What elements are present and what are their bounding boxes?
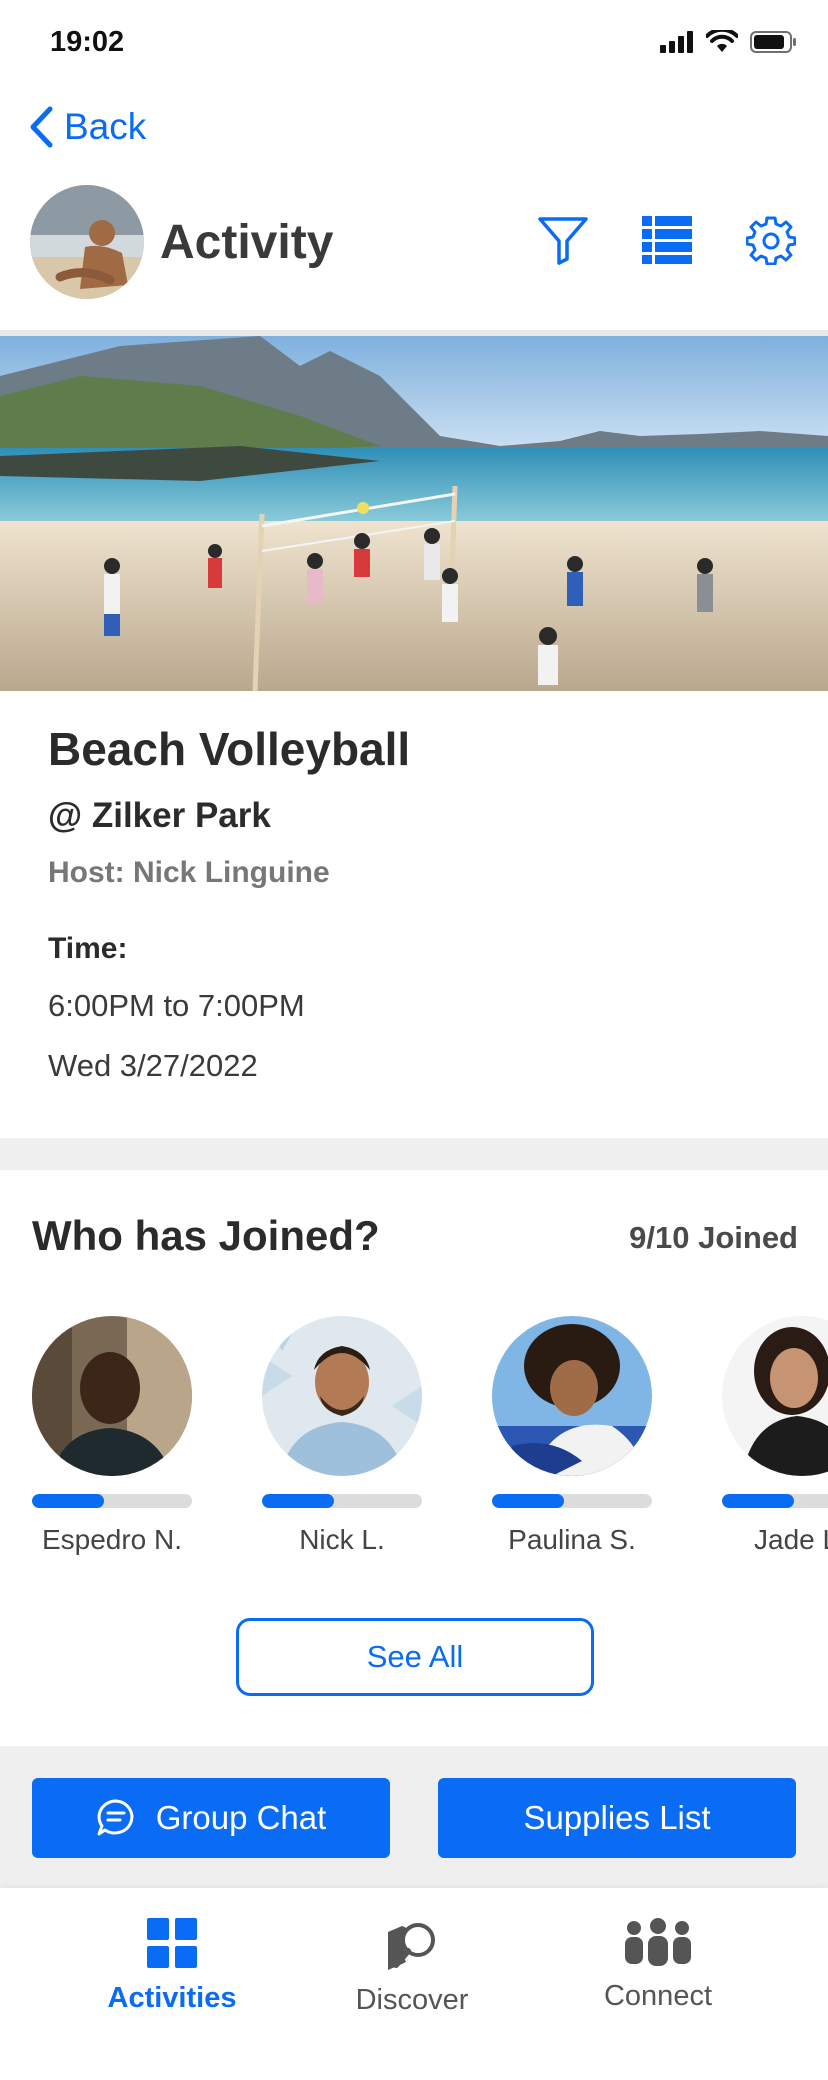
chevron-left-icon — [30, 106, 53, 148]
back-label: Back — [64, 106, 147, 147]
progress-bar — [722, 1494, 828, 1508]
grid-icon — [147, 1918, 197, 1968]
see-all-button[interactable]: See All — [236, 1618, 594, 1696]
tab-connect[interactable]: Connect — [548, 1918, 768, 2013]
list-view-button[interactable] — [640, 213, 694, 267]
filter-icon — [538, 217, 588, 265]
battery-icon — [750, 31, 796, 53]
person-name: Espedro N. — [41, 1524, 183, 1555]
person-avatar — [492, 1316, 652, 1476]
person-avatar — [262, 1316, 422, 1476]
page-title: Activity — [160, 216, 334, 269]
header: Activity — [0, 185, 828, 303]
action-bar: Group Chat Supplies List — [0, 1746, 828, 1888]
list-icon — [642, 216, 692, 264]
status-bar: 19:02 — [0, 0, 828, 90]
event-title: Beach Volleyball — [48, 723, 411, 775]
joined-count: 9/10 Joined — [629, 1220, 798, 1255]
people-group-icon — [625, 1918, 691, 1966]
person-avatar — [722, 1316, 828, 1476]
wifi-icon — [706, 30, 738, 52]
event-date: Wed 3/27/2022 — [48, 1048, 258, 1083]
joined-section-title: Who has Joined? — [32, 1212, 380, 1259]
tab-discover-label: Discover — [355, 1984, 469, 2016]
cellular-signal-icon — [660, 31, 693, 53]
person-card[interactable]: Jade L — [722, 1316, 828, 1556]
supplies-list-button[interactable]: Supplies List — [438, 1778, 796, 1858]
chat-bubble-icon — [97, 1799, 134, 1836]
person-name: Jade L — [754, 1524, 828, 1555]
section-divider — [0, 1138, 828, 1170]
person-card[interactable]: Espedro N. — [32, 1316, 192, 1556]
person-avatar — [32, 1316, 192, 1476]
status-time: 19:02 — [50, 26, 125, 58]
progress-bar — [262, 1494, 422, 1508]
event-hero-image — [0, 336, 828, 691]
time-label: Time: — [48, 932, 128, 965]
event-host: Host: Nick Linguine — [48, 856, 330, 889]
joined-people-list: Espedro N. Nick L. Paulina S. Jade — [0, 1316, 828, 1566]
filter-button[interactable] — [536, 213, 590, 267]
map-search-icon — [388, 1923, 435, 1970]
time-range: 6:00PM to 7:00PM — [48, 988, 305, 1023]
header-actions — [536, 213, 798, 267]
person-name: Nick L. — [299, 1524, 385, 1555]
activity-screen: 19:02 Back Activity Beach Volleyball @ Z… — [0, 0, 828, 2080]
tab-connect-label: Connect — [603, 1980, 712, 2012]
tab-activities-label: Activities — [107, 1982, 237, 2014]
supplies-list-label: Supplies List — [523, 1799, 711, 1836]
gear-icon — [746, 216, 796, 265]
bottom-tab-bar: Activities Discover Connect — [0, 1888, 828, 2080]
event-info: Beach Volleyball @ Zilker Park Host: Nic… — [48, 722, 788, 1084]
user-avatar[interactable] — [30, 185, 144, 299]
person-card[interactable]: Nick L. — [262, 1316, 422, 1556]
tab-discover[interactable]: Discover — [302, 1918, 522, 2017]
progress-bar — [32, 1494, 192, 1508]
person-card[interactable]: Paulina S. — [492, 1316, 652, 1556]
progress-bar — [492, 1494, 652, 1508]
event-location: @ Zilker Park — [48, 796, 271, 835]
status-icons — [660, 30, 798, 54]
tab-activities[interactable]: Activities — [62, 1918, 282, 2015]
group-chat-button[interactable]: Group Chat — [32, 1778, 390, 1858]
group-chat-label: Group Chat — [155, 1799, 327, 1836]
settings-button[interactable] — [744, 213, 798, 267]
person-name: Paulina S. — [508, 1524, 636, 1555]
back-button[interactable]: Back — [28, 105, 146, 149]
